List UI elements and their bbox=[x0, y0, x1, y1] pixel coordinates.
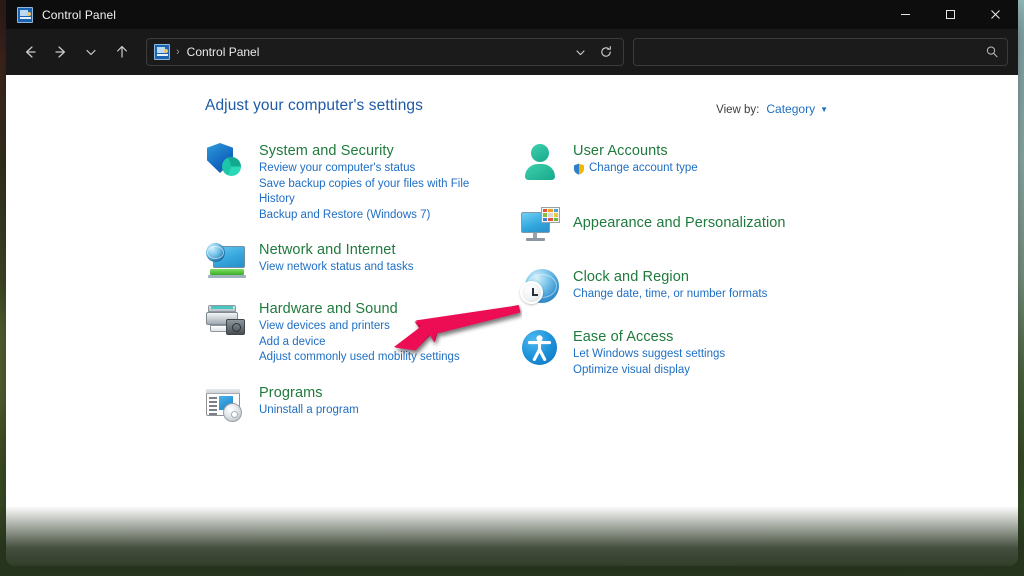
clock-globe-icon bbox=[519, 267, 561, 309]
category-link[interactable]: Adjust commonly used mobility settings bbox=[259, 350, 460, 366]
category-system-and-security[interactable]: System and Security Review your computer… bbox=[205, 141, 505, 223]
uac-shield-icon bbox=[574, 163, 584, 175]
appearance-icon bbox=[519, 204, 561, 246]
control-panel-content: Adjust your computer's settings View by:… bbox=[6, 75, 1018, 566]
window-title: Control Panel bbox=[42, 7, 117, 22]
category-title[interactable]: User Accounts bbox=[573, 142, 698, 160]
address-bar[interactable]: › Control Panel bbox=[146, 38, 624, 66]
category-link[interactable]: View devices and printers bbox=[259, 319, 460, 335]
category-title[interactable]: Programs bbox=[259, 384, 359, 402]
category-link[interactable]: Change account type bbox=[573, 161, 698, 177]
close-button[interactable] bbox=[973, 0, 1018, 29]
page-title: Adjust your computer's settings bbox=[205, 97, 423, 114]
address-bar-icon bbox=[154, 44, 170, 60]
view-by-control: View by: Category ▼ bbox=[716, 102, 828, 116]
desktop-background: Control Panel › Control Panel Adjust you… bbox=[0, 0, 1024, 576]
wallpaper-blob bbox=[740, 520, 960, 576]
view-by-value: Category bbox=[766, 102, 816, 116]
refresh-button[interactable] bbox=[593, 40, 619, 64]
breadcrumb-control-panel[interactable]: Control Panel bbox=[187, 45, 260, 59]
category-title[interactable]: Hardware and Sound bbox=[259, 300, 460, 318]
control-panel-window: Control Panel › Control Panel Adjust you… bbox=[6, 0, 1018, 566]
printer-camera-icon bbox=[205, 299, 247, 341]
ease-of-access-icon bbox=[519, 327, 561, 369]
category-appearance-and-personalization[interactable]: Appearance and Personalization bbox=[519, 204, 819, 246]
category-title[interactable]: Network and Internet bbox=[259, 241, 413, 259]
category-link[interactable]: Let Windows suggest settings bbox=[573, 347, 725, 363]
search-box[interactable] bbox=[633, 38, 1008, 66]
category-title[interactable]: System and Security bbox=[259, 142, 505, 160]
minimize-button[interactable] bbox=[883, 0, 928, 29]
navigation-toolbar: › Control Panel bbox=[6, 29, 1018, 75]
title-bar: Control Panel bbox=[6, 0, 1018, 29]
category-clock-and-region[interactable]: Clock and Region Change date, time, or n… bbox=[519, 267, 819, 309]
category-title[interactable]: Clock and Region bbox=[573, 268, 767, 286]
category-column-left: System and Security Review your computer… bbox=[205, 141, 505, 425]
view-by-label: View by: bbox=[716, 104, 760, 116]
category-link-text: Change account type bbox=[589, 162, 698, 174]
search-icon[interactable] bbox=[985, 45, 999, 59]
category-link[interactable]: View network status and tasks bbox=[259, 260, 413, 276]
category-link[interactable]: Backup and Restore (Windows 7) bbox=[259, 208, 505, 224]
breadcrumb-separator: › bbox=[176, 46, 180, 58]
maximize-button[interactable] bbox=[928, 0, 973, 29]
shield-icon bbox=[205, 141, 247, 183]
control-panel-icon bbox=[17, 6, 33, 23]
category-hardware-and-sound[interactable]: Hardware and Sound View devices and prin… bbox=[205, 299, 505, 366]
window-controls bbox=[883, 0, 1018, 29]
category-link[interactable]: Uninstall a program bbox=[259, 403, 359, 419]
recent-locations-button[interactable] bbox=[77, 37, 106, 67]
user-icon bbox=[519, 141, 561, 183]
programs-icon bbox=[205, 383, 247, 425]
network-icon bbox=[205, 240, 247, 282]
chevron-down-icon: ▼ bbox=[820, 105, 828, 114]
category-title[interactable]: Appearance and Personalization bbox=[573, 205, 786, 232]
back-button[interactable] bbox=[16, 37, 45, 67]
category-title[interactable]: Ease of Access bbox=[573, 328, 725, 346]
address-history-dropdown[interactable] bbox=[567, 40, 593, 64]
category-link[interactable]: Review your computer's status bbox=[259, 161, 505, 177]
category-link[interactable]: Save backup copies of your files with Fi… bbox=[259, 177, 505, 208]
category-link[interactable]: Optimize visual display bbox=[573, 363, 725, 379]
category-column-right: User Accounts Change account type Appear… bbox=[519, 141, 819, 378]
category-user-accounts[interactable]: User Accounts Change account type bbox=[519, 141, 819, 183]
category-programs[interactable]: Programs Uninstall a program bbox=[205, 383, 505, 425]
view-by-dropdown[interactable]: Category ▼ bbox=[766, 102, 828, 116]
category-link[interactable]: Change date, time, or number formats bbox=[573, 287, 767, 303]
category-link[interactable]: Add a device bbox=[259, 335, 460, 351]
forward-button[interactable] bbox=[47, 37, 76, 67]
up-button[interactable] bbox=[108, 37, 137, 67]
search-input[interactable] bbox=[642, 45, 985, 59]
category-network-and-internet[interactable]: Network and Internet View network status… bbox=[205, 240, 505, 282]
category-ease-of-access[interactable]: Ease of Access Let Windows suggest setti… bbox=[519, 327, 819, 378]
